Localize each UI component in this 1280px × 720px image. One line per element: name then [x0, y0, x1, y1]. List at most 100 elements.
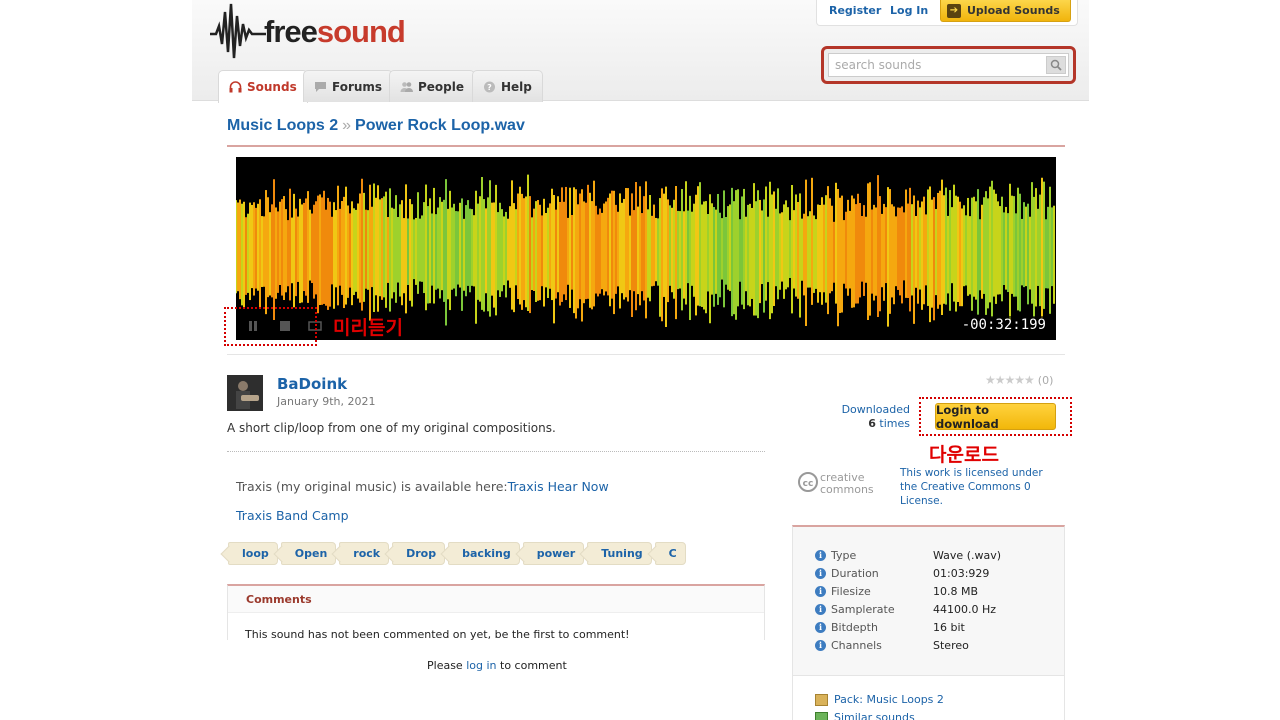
breadcrumb-pack-link[interactable]: Music Loops 2 — [227, 117, 338, 134]
search-button[interactable] — [1046, 56, 1066, 74]
creative-commons-icon[interactable]: cc creative commons — [798, 469, 886, 495]
tag[interactable]: loop — [228, 542, 278, 565]
tab-forums-label: Forums — [332, 79, 383, 94]
login-comment-suffix: to comment — [500, 659, 567, 672]
help-icon: ? — [484, 81, 495, 92]
page: freesound Sounds Forums People ? Help Re… — [192, 0, 1089, 720]
comments-title: Comments — [246, 593, 312, 606]
tab-people-label: People — [418, 79, 465, 94]
tab-people[interactable]: People — [389, 70, 476, 102]
tab-help-label: Help — [501, 79, 532, 94]
comments-box: Comments This sound has not been comment… — [227, 584, 765, 642]
info-value: 16 bit — [933, 620, 965, 634]
similar-sounds-link[interactable]: Similar sounds — [815, 711, 915, 720]
traxis-prefix: Traxis (my original music) is available … — [236, 479, 508, 494]
tag[interactable]: Open — [280, 542, 337, 565]
tag-list: loop Open rock Drop backing power Tuning… — [228, 542, 686, 565]
search-box — [821, 46, 1076, 84]
traxis-hear-now-link[interactable]: Traxis Hear Now — [508, 479, 609, 494]
info-row-filesize: i Filesize 10.8 MB — [815, 583, 978, 599]
traxis-paragraph: Traxis (my original music) is available … — [236, 479, 609, 494]
breadcrumb-sound-link[interactable]: Power Rock Loop.wav — [355, 117, 525, 134]
comments-list: This sound has not been commented on yet… — [228, 612, 764, 642]
tag[interactable]: power — [522, 542, 585, 565]
download-annotation-box — [919, 397, 1072, 436]
login-to-comment-link[interactable]: log in — [466, 659, 496, 672]
info-value: Wave (.wav) — [933, 548, 1002, 562]
downloaded-suffix: times — [879, 417, 910, 430]
time-display: -00:32:199 — [959, 316, 1048, 334]
info-key: Channels — [831, 638, 882, 652]
sound-info-panel: i Type Wave (.wav) i Duration 01:03:929 i Fil… — [792, 525, 1065, 675]
info-value: Stereo — [933, 638, 969, 652]
info-icon: i — [815, 567, 826, 579]
info-value: 01:03:929 — [933, 566, 990, 580]
title-divider — [227, 145, 1065, 147]
user-photo — [227, 375, 263, 411]
traxis-band-camp-link[interactable]: Traxis Band Camp — [236, 508, 349, 523]
info-icon: i — [815, 603, 826, 615]
info-row-samplerate: i Samplerate 44100.0 Hz — [815, 601, 996, 617]
register-link[interactable]: Register — [829, 4, 881, 17]
license-link[interactable]: This work is licensed under the Creative… — [900, 466, 1050, 508]
logo-text: freesound — [264, 14, 406, 49]
breadcrumb-separator: » — [342, 117, 352, 134]
headphones-icon — [229, 81, 242, 93]
description-divider — [227, 451, 765, 452]
upload-sounds-button[interactable]: ➔ Upload Sounds — [940, 0, 1071, 22]
tab-sounds[interactable]: Sounds — [218, 70, 308, 103]
svg-text:commons: commons — [820, 483, 874, 495]
info-row-channels: i Channels Stereo — [815, 637, 969, 653]
upload-arrow-icon: ➔ — [947, 3, 961, 18]
info-key: Duration — [831, 566, 879, 580]
pack-panel: Pack: Music Loops 2 Similar sounds — [792, 675, 1065, 720]
downloaded-count: 6 — [868, 417, 876, 430]
similar-sounds-icon — [815, 711, 828, 720]
login-comment-prefix: Please — [427, 659, 463, 672]
svg-text:cc: cc — [803, 479, 814, 489]
upload-date: January 9th, 2021 — [277, 395, 376, 408]
speech-bubble-icon — [315, 81, 326, 92]
breadcrumb: Music Loops 2» Power Rock Loop.wav — [227, 117, 525, 135]
tag[interactable]: C — [654, 542, 686, 565]
info-key: Bitdepth — [831, 620, 878, 634]
pack-link[interactable]: Pack: Music Loops 2 — [815, 693, 944, 706]
rating-count: (0) — [1037, 373, 1054, 387]
search-icon — [1050, 59, 1062, 71]
tab-help[interactable]: ? Help — [472, 70, 543, 102]
info-value: 44100.0 Hz — [933, 602, 997, 616]
downloaded-count-line: 6 times — [832, 417, 910, 431]
info-value: 10.8 MB — [933, 584, 979, 598]
info-row-duration: i Duration 01:03:929 — [815, 565, 989, 581]
tag[interactable]: Drop — [392, 542, 446, 565]
no-comments-text: This sound has not been commented on yet… — [245, 628, 630, 641]
tab-sounds-label: Sounds — [247, 80, 297, 94]
pack-link-label: Pack: Music Loops 2 — [834, 693, 944, 706]
preview-annotation-box — [224, 307, 317, 346]
tag[interactable]: rock — [339, 542, 390, 565]
waveform-logo-icon — [210, 3, 266, 59]
info-icon: i — [815, 621, 826, 633]
rating: ★★★★★ (0) — [985, 373, 1053, 387]
info-key: Type — [831, 548, 857, 562]
username-link[interactable]: BaDoink — [277, 375, 347, 393]
pack-icon — [815, 693, 828, 706]
info-key: Samplerate — [831, 602, 895, 616]
tag[interactable]: backing — [448, 542, 520, 565]
search-input[interactable] — [828, 53, 1069, 77]
login-to-comment: Please log in to comment — [427, 659, 567, 672]
preview-annotation-label: 미리듣기 — [333, 317, 403, 339]
tag[interactable]: Tuning — [587, 542, 652, 565]
login-link[interactable]: Log In — [890, 4, 928, 17]
downloaded-label: Downloaded — [841, 403, 910, 416]
tab-forums[interactable]: Forums — [303, 70, 394, 102]
freesound-logo[interactable]: freesound — [210, 2, 430, 60]
info-icon: i — [815, 585, 826, 597]
svg-text:?: ? — [487, 83, 492, 92]
download-annotation-label: 다운로드 — [929, 444, 999, 466]
rating-stars[interactable]: ★★★★★ — [985, 373, 1035, 387]
info-key: Filesize — [831, 584, 871, 598]
avatar[interactable] — [227, 375, 263, 411]
upload-label: Upload Sounds — [967, 4, 1060, 17]
info-icon: i — [815, 639, 826, 651]
